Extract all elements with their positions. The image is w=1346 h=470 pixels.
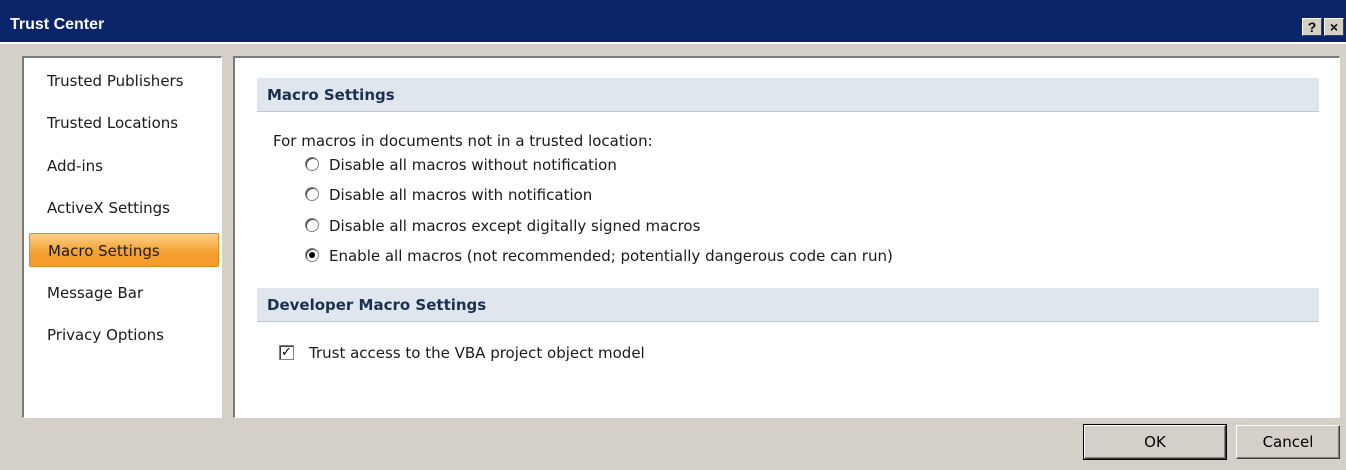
nav-item-trusted-publishers[interactable]: Trusted Publishers bbox=[29, 64, 219, 98]
radio-label: Disable all macros except digitally sign… bbox=[329, 217, 701, 235]
trust-center-dialog: Trust Center ? × Trusted Publishers Trus… bbox=[0, 0, 1346, 470]
nav-item-add-ins[interactable]: Add-ins bbox=[29, 149, 219, 183]
cancel-button[interactable]: Cancel bbox=[1236, 425, 1340, 459]
radio-button[interactable] bbox=[305, 218, 319, 232]
nav-item-message-bar[interactable]: Message Bar bbox=[29, 276, 219, 310]
nav-item-activex-settings[interactable]: ActiveX Settings bbox=[29, 191, 219, 225]
settings-panel: Macro Settings For macros in documents n… bbox=[233, 56, 1340, 418]
close-button[interactable]: × bbox=[1324, 18, 1344, 36]
macro-settings-header: Macro Settings bbox=[257, 78, 1319, 112]
radio-dot-icon bbox=[309, 252, 315, 258]
radio-button[interactable] bbox=[305, 157, 319, 171]
nav-item-macro-settings[interactable]: Macro Settings bbox=[29, 233, 219, 267]
vba-access-checkbox[interactable]: ✓ bbox=[279, 345, 294, 360]
developer-macro-settings-header: Developer Macro Settings bbox=[257, 288, 1319, 322]
radio-button[interactable] bbox=[305, 187, 319, 201]
macro-intro-text: For macros in documents not in a trusted… bbox=[273, 132, 653, 150]
dialog-title: Trust Center bbox=[10, 16, 105, 33]
vba-access-label: Trust access to the VBA project object m… bbox=[309, 344, 645, 362]
radio-label: Enable all macros (not recommended; pote… bbox=[329, 247, 893, 265]
radio-button-selected[interactable] bbox=[305, 248, 319, 262]
category-nav: Trusted Publishers Trusted Locations Add… bbox=[22, 56, 222, 418]
radio-label: Disable all macros with notification bbox=[329, 186, 593, 204]
title-bar[interactable]: Trust Center ? × bbox=[0, 0, 1346, 44]
ok-button[interactable]: OK bbox=[1083, 424, 1227, 460]
help-button[interactable]: ? bbox=[1302, 18, 1322, 36]
nav-item-trusted-locations[interactable]: Trusted Locations bbox=[29, 106, 219, 140]
radio-label: Disable all macros without notification bbox=[329, 156, 617, 174]
nav-item-privacy-options[interactable]: Privacy Options bbox=[29, 318, 219, 352]
